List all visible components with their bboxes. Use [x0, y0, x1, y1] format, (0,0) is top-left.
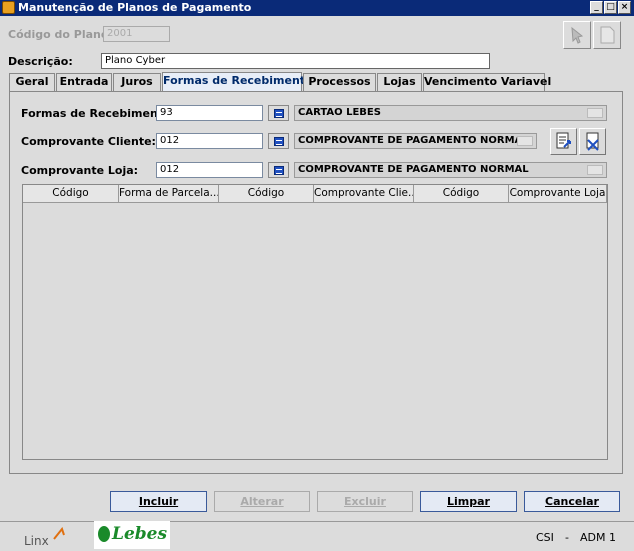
maximize-button[interactable]: □	[604, 1, 617, 14]
calendar-icon	[274, 137, 284, 146]
calendar-icon	[274, 166, 284, 175]
grid-header-forma-parcela[interactable]: Forma de Parcela...	[119, 185, 219, 203]
grid-header-comprovante-cliente[interactable]: Comprovante Clie...	[314, 185, 414, 203]
add-row-button[interactable]	[550, 128, 577, 155]
grid-header-comprovante-loja[interactable]: Comprovante Loja	[509, 185, 607, 203]
minimize-button[interactable]: _	[590, 1, 603, 14]
comprovante-cliente-label: Comprovante Cliente:	[21, 135, 156, 148]
limpar-button[interactable]: Limpar	[420, 491, 517, 512]
tab-juros[interactable]: Juros	[113, 73, 161, 91]
remove-row-button[interactable]	[579, 128, 606, 155]
tab-lojas[interactable]: Lojas	[377, 73, 422, 91]
window-title: Manutenção de Planos de Pagamento	[18, 1, 252, 14]
linx-logo-text: Linx	[24, 534, 49, 548]
loja-lookup-button[interactable]	[268, 162, 289, 178]
comprovante-loja-description: COMPROVANTE DE PAGAMENTO NORMAL	[294, 162, 607, 178]
cliente-desc-text: COMPROVANTE DE PAGAMENTO NORMAL	[298, 135, 529, 146]
descricao-field[interactable]: Plano Cyber	[101, 53, 490, 69]
codigo-plano-label: Código do Plano:	[8, 28, 113, 41]
cliente-lookup-button[interactable]	[268, 133, 289, 149]
tab-vencimento-variavel[interactable]: Vencimento Variavel	[423, 73, 551, 91]
calendar-icon	[274, 109, 284, 118]
document-icon[interactable]	[593, 21, 621, 49]
formas-lookup-button[interactable]	[268, 105, 289, 121]
comprovante-cliente-description: COMPROVANTE DE PAGAMENTO NORMAL	[294, 133, 537, 149]
tab-processos[interactable]: Processos	[303, 73, 376, 91]
comprovante-loja-input[interactable]: 012	[156, 162, 263, 178]
status-csi: CSI	[536, 531, 554, 544]
formas-grid[interactable]: Código Forma de Parcela... Código Compro…	[22, 184, 608, 460]
formas-desc-text: CARTAO LEBES	[298, 107, 381, 118]
incluir-button[interactable]: Incluir	[110, 491, 207, 512]
grid-header-codigo-3[interactable]: Código	[414, 185, 509, 203]
remove-row-icon	[586, 132, 599, 151]
grid-header-codigo-2[interactable]: Código	[219, 185, 314, 203]
cancelar-button[interactable]: Cancelar	[524, 491, 620, 512]
status-user: ADM 1	[580, 531, 616, 544]
comprovante-cliente-input[interactable]: 012	[156, 133, 263, 149]
pin-icon[interactable]	[563, 21, 591, 49]
tab-geral[interactable]: Geral	[9, 73, 55, 91]
status-separator: -	[565, 531, 569, 544]
tab-entrada[interactable]: Entrada	[56, 73, 112, 91]
linx-logo: Linx	[22, 527, 72, 549]
lebes-logo-text: Lebes	[112, 524, 168, 544]
excluir-button[interactable]: Excluir	[317, 491, 413, 512]
title-bar: Manutenção de Planos de Pagamento _ □ ×	[0, 0, 634, 16]
add-row-icon	[556, 132, 571, 149]
descricao-label: Descrição:	[8, 55, 73, 68]
close-button[interactable]: ×	[618, 1, 631, 14]
comprovante-loja-label: Comprovante Loja:	[21, 164, 139, 177]
loja-desc-text: COMPROVANTE DE PAGAMENTO NORMAL	[298, 164, 529, 175]
tab-formas-recebimento[interactable]: Formas de Recebimento	[162, 72, 313, 92]
codigo-plano-field[interactable]: 2001	[103, 26, 170, 42]
alterar-button[interactable]: Alterar	[214, 491, 310, 512]
formas-recebimento-description: CARTAO LEBES	[294, 105, 607, 121]
grid-header-codigo-1[interactable]: Código	[23, 185, 119, 203]
app-icon	[2, 1, 15, 14]
formas-recebimento-label: Formas de Recebimento:	[21, 107, 175, 120]
formas-recebimento-input[interactable]: 93	[156, 105, 263, 121]
lebes-logo: Lebes	[94, 521, 170, 549]
